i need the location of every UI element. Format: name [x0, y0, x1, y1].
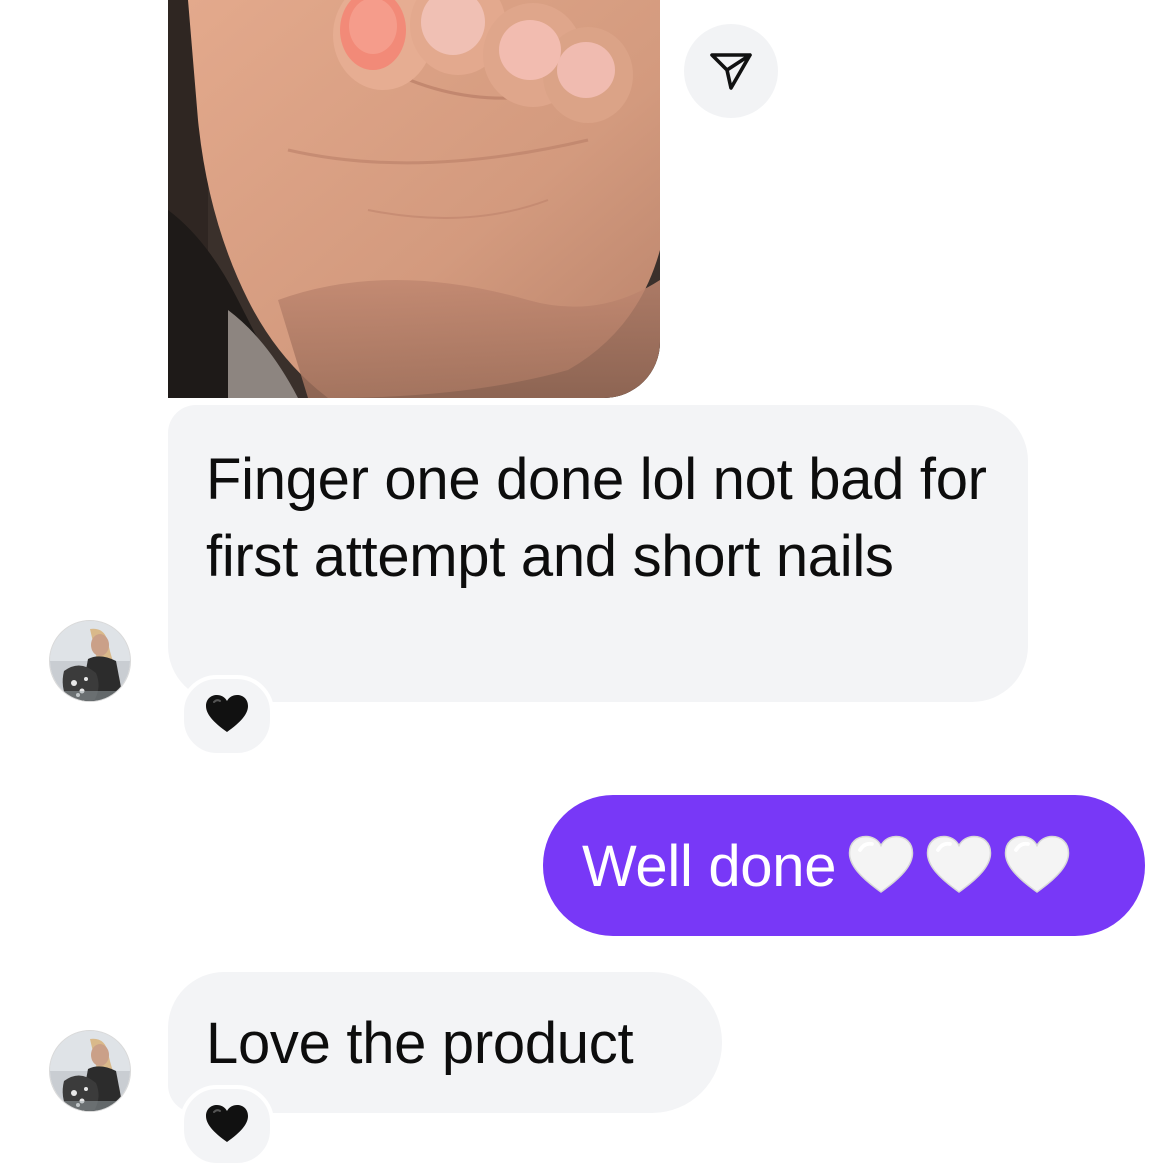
incoming-message-bubble[interactable]: Finger one done lol not bad for first at…: [168, 405, 1028, 702]
avatar[interactable]: [49, 620, 131, 702]
share-button[interactable]: [684, 24, 778, 118]
outgoing-message-bubble[interactable]: Well done: [543, 795, 1145, 936]
avatar-image: [50, 1031, 130, 1111]
black-heart-icon: [205, 1104, 249, 1149]
paper-plane-icon: [710, 53, 752, 90]
avatar-image: [50, 621, 130, 701]
photo-image: [168, 0, 660, 398]
message-text: Finger one done lol not bad for first at…: [206, 447, 987, 589]
white-heart-icon: [848, 834, 914, 915]
avatar[interactable]: [49, 1030, 131, 1112]
black-heart-icon: [205, 694, 249, 739]
reaction-badge[interactable]: [180, 675, 274, 757]
message-text: Well done: [582, 834, 837, 899]
white-heart-icon: [1004, 834, 1070, 915]
white-heart-icon: [926, 834, 992, 915]
reaction-badge[interactable]: [180, 1085, 274, 1167]
shared-photo[interactable]: [168, 0, 660, 398]
message-text: Love the product: [206, 1011, 634, 1076]
